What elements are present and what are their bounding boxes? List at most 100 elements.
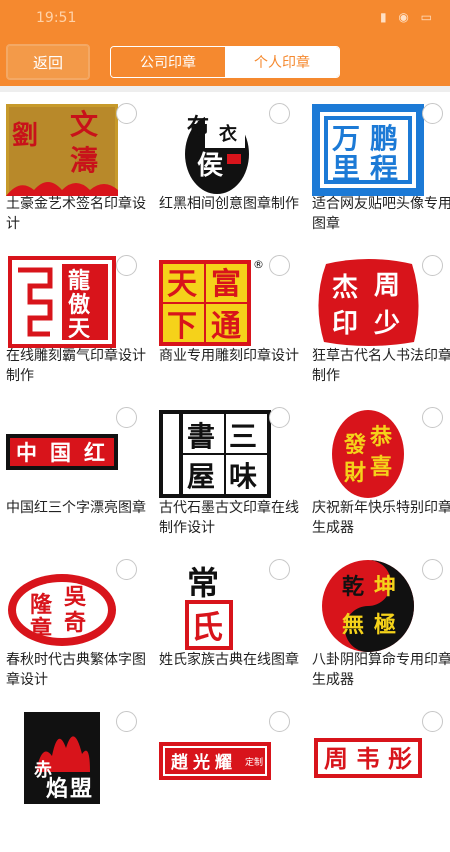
seal-char: 常 <box>187 564 219 602</box>
item-caption: 在线雕刻霸气印章设计制作 <box>6 348 146 384</box>
select-radio[interactable] <box>422 255 443 276</box>
seal-char: 耀 <box>215 753 232 773</box>
item-caption: 古代石墨古文印章在线制作设计 <box>159 500 299 536</box>
list-item[interactable]: 趙 光 耀 定制 <box>159 700 312 852</box>
seal-image: 中 国 红 <box>6 408 118 500</box>
seal-char: 红 <box>84 440 105 465</box>
seal-char: 書 <box>187 420 215 453</box>
seal-char: 吳 <box>64 584 87 610</box>
select-radio[interactable] <box>116 255 137 276</box>
seal-char: 中 <box>16 440 37 465</box>
tab-personal-seal[interactable]: 个人印章 <box>225 47 339 77</box>
item-caption: 姓氏家族古典在线图章 <box>159 652 299 668</box>
seal-char: 彤 <box>388 744 412 773</box>
select-radio[interactable] <box>269 255 290 276</box>
select-radio[interactable] <box>116 559 137 580</box>
item-caption: 中国红三个字漂亮图章 <box>6 500 146 516</box>
select-radio[interactable] <box>422 559 443 580</box>
seal-char: 味 <box>229 460 257 493</box>
select-radio[interactable] <box>269 103 290 124</box>
seal-char: 龍 <box>68 268 90 294</box>
seal-char: 章 <box>30 616 52 642</box>
seal-char: 鹏 <box>370 122 398 155</box>
status-time: 19:51 <box>36 10 77 26</box>
seal-char: 周 <box>374 271 400 301</box>
select-radio[interactable] <box>269 407 290 428</box>
seal-char: 国 <box>50 440 71 465</box>
seal-char: 盟 <box>70 776 92 802</box>
select-radio[interactable] <box>422 103 443 124</box>
seal-char: 周 <box>324 744 348 773</box>
seal-image: 書 三 屋 味 <box>159 408 271 500</box>
seal-char: 氏 <box>191 608 223 646</box>
seal-char: 定制 <box>245 756 263 768</box>
seal-image: 布 衣 侯 <box>159 104 271 196</box>
select-radio[interactable] <box>422 407 443 428</box>
list-item[interactable]: 發 恭 財 喜 庆祝新年快乐特别印章生成器 <box>312 396 450 548</box>
seal-char: 坤 <box>374 574 396 600</box>
list-item[interactable]: 吳 隆 章 奇 春秋时代古典繁体字图章设计 <box>6 548 159 700</box>
seal-char: 極 <box>374 612 396 638</box>
list-item[interactable]: 赤 焰 盟 <box>6 700 159 852</box>
list-item[interactable]: 龍 傲 天 在线雕刻霸气印章设计制作 <box>6 244 159 396</box>
seal-char: 布 <box>187 114 209 140</box>
tab-company-seal[interactable]: 公司印章 <box>111 47 225 77</box>
seal-image: 杰 周 印 少 <box>312 256 424 348</box>
list-item[interactable]: 乾 坤 無 極 八卦阴阳算命专用印章生成器 <box>312 548 450 700</box>
top-bar: 返回 公司印章 个人印章 <box>0 38 450 86</box>
list-item[interactable]: 書 三 屋 味 古代石墨古文印章在线制作设计 <box>159 396 312 548</box>
seal-char: 喜 <box>370 454 392 480</box>
back-button[interactable]: 返回 <box>6 44 90 80</box>
seal-char: 傲 <box>68 292 91 318</box>
list-item[interactable]: 天 富 下 通 ® 商业专用雕刻印章设计 <box>159 244 312 396</box>
seal-char: 天 <box>68 316 91 342</box>
item-caption: 土豪金艺术签名印章设计 <box>6 196 146 232</box>
seal-char: 万 <box>332 122 360 155</box>
seal-char: 印 <box>332 309 358 339</box>
list-item[interactable]: 周 韦 彤 <box>312 700 450 852</box>
seal-char: 韦 <box>356 744 380 773</box>
seal-char: 劉 <box>12 121 38 151</box>
seal-char: 三 <box>229 420 257 453</box>
item-caption: 庆祝新年快乐特别印章生成器 <box>312 500 450 536</box>
list-item[interactable]: 万 鹏 里 程 适合网友贴吧头像专用图章 <box>312 92 450 244</box>
seal-char: 發 <box>343 432 366 458</box>
seal-char: 奇 <box>64 610 86 636</box>
select-radio[interactable] <box>116 407 137 428</box>
list-item[interactable]: 劉 文 濤 土豪金艺术签名印章设计 <box>6 92 159 244</box>
seal-char: 天 <box>167 267 197 302</box>
seal-char: 富 <box>211 267 241 302</box>
seal-char: 隆 <box>30 592 53 618</box>
list-item[interactable]: 布 衣 侯 红黑相间创意图章制作 <box>159 92 312 244</box>
seal-char: 濤 <box>70 144 98 177</box>
list-item[interactable]: 常 氏 姓氏家族古典在线图章 <box>159 548 312 700</box>
item-caption: 适合网友贴吧头像专用图章 <box>312 196 450 232</box>
select-radio[interactable] <box>116 711 137 732</box>
status-icons: ▮ ◉ ▭ <box>379 10 436 24</box>
select-radio[interactable] <box>269 711 290 732</box>
seal-image: 龍 傲 天 <box>6 256 118 348</box>
seal-char: 衣 <box>219 123 237 145</box>
seal-char: 焰 <box>46 776 68 802</box>
seal-type-tabs: 公司印章 个人印章 <box>110 46 340 78</box>
list-item[interactable]: 中 国 红 中国红三个字漂亮图章 <box>6 396 159 548</box>
seal-char: 無 <box>342 612 364 638</box>
status-bar: 19:51 ▮ ◉ ▭ <box>0 0 450 38</box>
seal-grid: 劉 文 濤 土豪金艺术签名印章设计 布 衣 侯 红黑相间创意图章制作 万 鹏 里… <box>0 92 450 852</box>
seal-char: 杰 <box>332 273 358 303</box>
seal-image: 發 恭 財 喜 <box>312 408 424 500</box>
item-caption: 八卦阴阳算命专用印章生成器 <box>312 652 450 688</box>
select-radio[interactable] <box>116 103 137 124</box>
seal-image: 万 鹏 里 程 <box>312 104 424 196</box>
seal-char: 恭 <box>369 424 393 450</box>
seal-char: 通 <box>211 309 241 344</box>
registered-mark: ® <box>253 258 264 271</box>
select-radio[interactable] <box>269 559 290 580</box>
seal-char: 下 <box>167 309 197 344</box>
select-radio[interactable] <box>422 711 443 732</box>
item-caption: 商业专用雕刻印章设计 <box>159 348 299 364</box>
seal-image: 赤 焰 盟 <box>6 712 118 804</box>
item-caption: 红黑相间创意图章制作 <box>159 196 299 212</box>
seal-image: 劉 文 濤 <box>6 104 118 196</box>
list-item[interactable]: 杰 周 印 少 狂草古代名人书法印章制作 <box>312 244 450 396</box>
